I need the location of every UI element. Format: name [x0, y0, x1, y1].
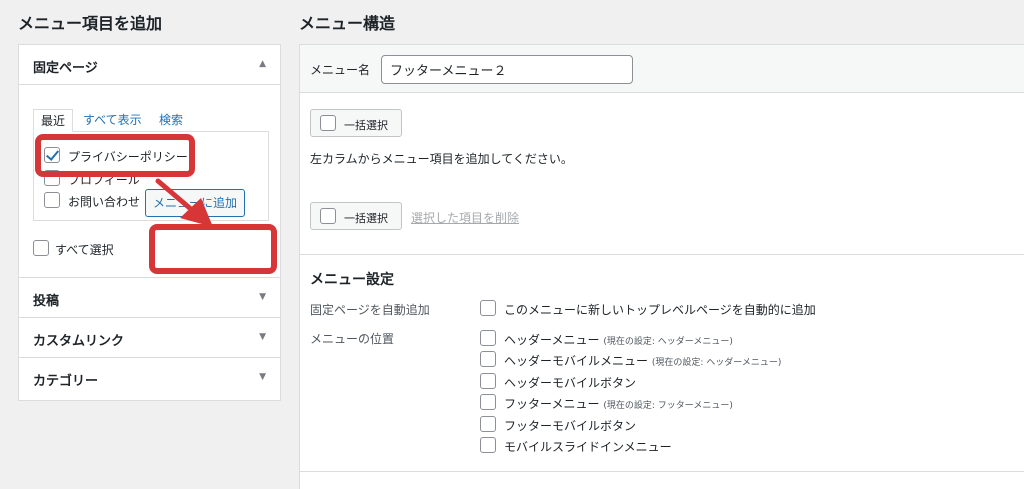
location-name: ヘッダーメニュー — [504, 333, 600, 347]
location-name: フッターメニュー — [504, 397, 600, 411]
bulk-select-label: 一括選択 — [344, 119, 388, 132]
bulk-select-checkbox[interactable] — [320, 115, 336, 131]
location-note: (現在の設定: ヘッダーメニュー) — [651, 358, 782, 368]
section-header-categories[interactable]: カテゴリー ▼ — [19, 358, 280, 398]
chevron-down-icon: ▼ — [259, 372, 266, 382]
location-text: フッターメニュー (現在の設定: フッターメニュー) — [504, 395, 733, 412]
location-checkbox[interactable] — [480, 416, 496, 432]
menu-name-input[interactable] — [381, 55, 633, 84]
section-title-posts: 投稿 — [33, 294, 60, 309]
location-text: ヘッダーモバイルボタン — [504, 374, 636, 391]
tab-search[interactable]: 検索 — [159, 109, 183, 132]
auto-add-checkbox[interactable] — [480, 300, 496, 316]
chevron-up-icon: ▲ — [259, 59, 266, 69]
add-to-menu-button[interactable]: メニューに追加 — [145, 189, 245, 217]
location-note: (現在の設定: フッターメニュー) — [603, 401, 733, 411]
divider — [300, 471, 1024, 472]
location-name: モバイルスライドインメニュー — [504, 440, 672, 454]
location-name: ヘッダーモバイルメニュー — [504, 354, 649, 368]
location-note: (現在の設定: ヘッダーメニュー) — [603, 337, 733, 347]
chevron-down-icon: ▼ — [259, 292, 266, 302]
bulk-select-button-top[interactable]: 一括選択 — [310, 109, 402, 137]
highlight-box-checked-item — [35, 134, 195, 177]
location-checkbox[interactable] — [480, 394, 496, 410]
highlight-box-add-button — [149, 224, 277, 274]
chevron-down-icon: ▼ — [259, 332, 266, 342]
select-all-label: すべて選択 — [55, 243, 114, 257]
add-menu-items-panel: 固定ページ ▲ 最近 すべて表示 検索 プライバシーポリシー プロフィール お問… — [18, 44, 281, 401]
bulk-select-label: 一括選択 — [344, 212, 388, 225]
menu-location-label: メニューの位置 — [310, 332, 395, 346]
auto-add-label: 固定ページを自動追加 — [310, 303, 430, 317]
section-title-categories: カテゴリー — [33, 374, 99, 389]
page-checkbox-contact[interactable] — [44, 192, 60, 208]
auto-add-option-text: このメニューに新しいトップレベルページを自動的に追加 — [504, 303, 816, 317]
location-name: ヘッダーモバイルボタン — [504, 376, 637, 390]
section-header-pages[interactable]: 固定ページ ▲ — [19, 45, 280, 85]
location-text: ヘッダーメニュー (現在の設定: ヘッダーメニュー) — [504, 331, 733, 348]
location-checkbox[interactable] — [480, 351, 496, 367]
location-text: モバイルスライドインメニュー — [504, 438, 672, 455]
menu-name-bar: メニュー名 — [300, 45, 1024, 93]
section-header-posts[interactable]: 投稿 ▼ — [19, 278, 280, 318]
bulk-select-checkbox[interactable] — [320, 208, 336, 224]
empty-menu-hint: 左カラムからメニュー項目を追加してください。 — [310, 152, 573, 166]
location-text: フッターモバイルボタン — [504, 417, 636, 434]
section-header-custom-links[interactable]: カスタムリンク ▼ — [19, 318, 280, 358]
menu-name-label: メニュー名 — [310, 63, 371, 77]
location-checkbox[interactable] — [480, 373, 496, 389]
menu-structure-title: メニュー構造 — [299, 14, 396, 33]
location-checkbox[interactable] — [480, 437, 496, 453]
left-column-title: メニュー項目を追加 — [18, 14, 163, 33]
location-name: フッターモバイルボタン — [504, 419, 637, 433]
divider — [300, 254, 1024, 255]
tab-recent[interactable]: 最近 — [33, 109, 73, 132]
location-text: ヘッダーモバイルメニュー (現在の設定: ヘッダーメニュー) — [504, 352, 781, 369]
menu-settings-title: メニュー設定 — [310, 272, 394, 288]
page-label-contact: お問い合わせ — [68, 195, 141, 209]
delete-selected-link[interactable]: 選択した項目を削除 — [411, 209, 519, 226]
location-checkbox[interactable] — [480, 330, 496, 346]
section-title-pages: 固定ページ — [33, 61, 98, 76]
bulk-select-button-bottom[interactable]: 一括選択 — [310, 202, 402, 230]
tab-view-all[interactable]: すべて表示 — [83, 109, 142, 132]
menu-structure-panel: メニュー名 一括選択 左カラムからメニュー項目を追加してください。 一括選択 選… — [299, 44, 1024, 489]
section-title-custom-links: カスタムリンク — [33, 334, 125, 349]
select-all-checkbox[interactable] — [33, 240, 49, 256]
